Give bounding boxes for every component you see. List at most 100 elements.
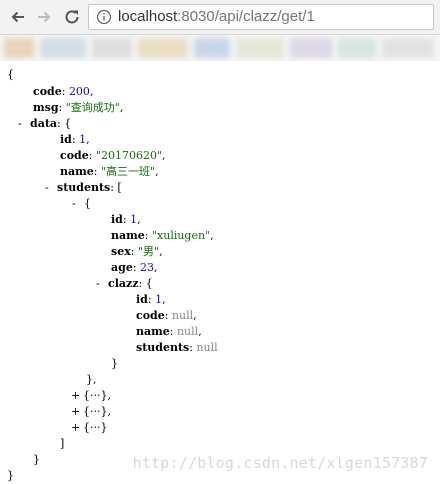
url-host: localhost [118,8,178,25]
json-punct: } [111,357,118,370]
json-punct: : [144,229,152,242]
back-button[interactable] [6,5,30,29]
json-key: sex [111,245,131,258]
json-line: id: 1, [136,292,166,308]
json-line: - students: [ [45,180,122,196]
json-line: } [111,356,118,372]
json-line: - data: { [18,116,71,132]
expand-toggle[interactable]: + [71,388,83,404]
expand-toggle[interactable]: + [71,404,83,420]
json-punct: {···} [83,421,108,434]
json-line: name: null, [136,324,202,340]
json-punct: : [147,293,156,306]
json-punct: : [130,245,138,258]
blurred-bookmark [194,38,230,58]
json-string-value: "xuliugen" [151,229,211,242]
json-punct: , [89,85,94,98]
json-punct: , [193,309,197,322]
json-line: -{ [72,196,91,212]
blurred-bookmark [338,38,376,58]
address-bar[interactable]: localhost:8030/api/clazz/get/1 [88,4,434,30]
json-line: code: null, [136,308,197,324]
blurred-bookmark [4,38,34,58]
json-number-value: 200 [68,85,90,98]
browser-toolbar: localhost:8030/api/clazz/get/1 [0,0,440,35]
json-punct: , [210,229,214,242]
reload-button[interactable] [60,5,84,29]
json-line: id: 1, [111,212,141,228]
json-punct: : [61,85,69,98]
json-string-value: "高三一班" [100,165,156,178]
json-key: name [60,165,94,178]
json-key: code [136,309,165,322]
json-line: id: 1, [60,132,90,148]
blurred-bookmark [290,38,332,58]
json-line: code: "20170620", [60,148,166,164]
json-key: students [136,341,190,354]
blurred-bookmark [40,38,86,58]
json-punct: : [93,165,101,178]
info-icon[interactable] [96,9,112,25]
json-punct: : [132,261,141,274]
json-line: name: "高三一班", [60,164,159,180]
json-punct: , [86,133,90,146]
json-punct: { [7,68,14,81]
collapse-toggle[interactable]: - [18,116,30,132]
json-punct: : [71,133,80,146]
json-line: code: 200, [33,84,93,100]
json-key: code [33,85,62,98]
json-key: students [57,181,111,194]
forward-button[interactable] [32,5,56,29]
watermark: http://blog.csdn.net/xlgen157387 [132,454,428,472]
json-punct: {···}, [83,405,111,418]
json-line: { [7,67,14,83]
json-line: - clazz: { [96,276,153,292]
json-punct: ] [60,437,65,450]
json-punct: } [33,453,40,466]
json-punct: , [159,245,163,258]
json-punct: , [119,101,124,114]
json-key: msg [33,101,59,114]
json-line: ] [60,436,64,452]
json-line: age: 23, [111,260,158,276]
json-line: } [33,452,40,468]
json-punct: : [58,101,66,114]
json-punct: } [7,469,14,482]
json-line: msg: "查询成功", [33,100,123,116]
json-string-value: "男" [137,245,160,258]
json-key: name [111,229,145,242]
json-line: + {···}, [71,388,111,404]
json-string-value: "20170620" [95,149,163,162]
json-key: id [111,213,123,226]
url-path: :8030/api/clazz/get/1 [177,8,315,25]
url-text: localhost:8030/api/clazz/get/1 [118,8,315,25]
expand-toggle[interactable]: + [71,420,83,436]
json-punct: { [84,197,91,210]
json-number-value: 23 [140,261,155,274]
json-punct: : { [138,277,153,290]
bookmarks-bar [0,35,440,61]
collapse-toggle[interactable]: - [96,276,108,292]
reload-icon [65,10,79,24]
json-line: students: null [136,340,218,356]
json-null-value: null [171,309,194,322]
json-punct: , [162,293,166,306]
json-null-value: null [176,325,199,338]
json-key: data [30,117,58,130]
json-key: clazz [108,277,139,290]
blurred-bookmark [382,38,434,58]
collapse-toggle[interactable]: - [45,180,57,196]
collapse-toggle[interactable]: - [72,196,84,212]
json-punct: {···}, [83,389,111,402]
json-line: + {···} [71,420,108,436]
json-null-value: null [196,341,218,354]
json-punct: : [169,325,177,338]
json-punct: : [122,213,131,226]
json-line: name: "xuliugen", [111,228,214,244]
json-punct: : [ [110,181,122,194]
blurred-bookmark [92,38,132,58]
json-punct: , [137,213,141,226]
json-punct: : [164,309,172,322]
json-line: }, [86,372,97,388]
json-key: id [136,293,148,306]
